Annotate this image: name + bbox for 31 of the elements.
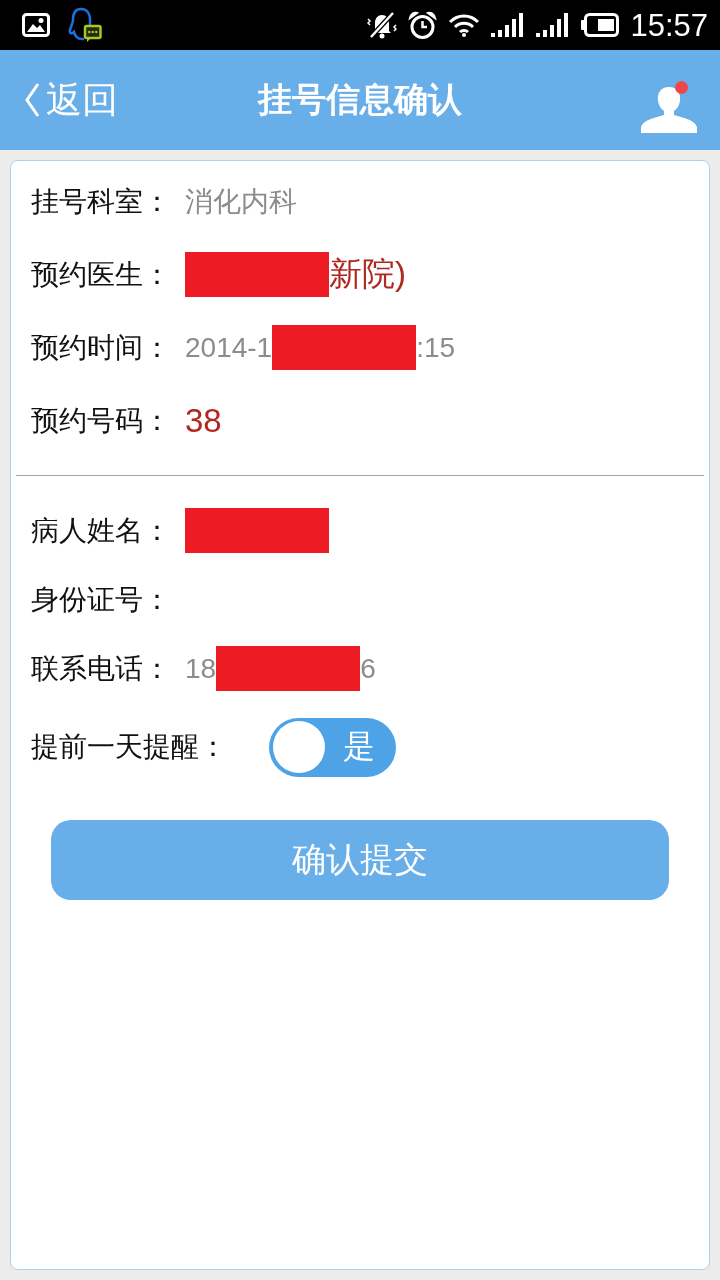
messenger-icon [68, 7, 102, 43]
battery-icon [581, 13, 620, 37]
field-label: 预约号码： [31, 402, 171, 439]
bell-slash-icon [367, 11, 398, 39]
alarm-clock-icon [408, 10, 438, 40]
field-label: 预约医生： [31, 256, 171, 293]
gallery-icon [22, 13, 50, 37]
page-title: 挂号信息确认 [258, 78, 462, 121]
person-icon [640, 85, 698, 133]
signal-bars-icon [491, 13, 526, 37]
field-label: 提前一天提醒： [31, 729, 227, 765]
field-value: 新院) [329, 254, 406, 294]
field-label: 联系电话： [31, 650, 171, 687]
signal-bars-icon [536, 13, 571, 37]
toggle-knob [273, 721, 325, 773]
field-value: 2014-1 [185, 331, 273, 364]
chevron-left-icon [24, 82, 40, 118]
field-label: 病人姓名： [31, 512, 171, 549]
field-value: 38 [185, 401, 222, 440]
field-label: 挂号科室： [31, 183, 171, 220]
toggle-switch[interactable]: 是 [269, 717, 396, 777]
field-value: 消化内科 [185, 184, 297, 219]
field-value: :15 [416, 331, 456, 364]
field-value: 18 [185, 652, 217, 685]
field-label: 预约时间： [31, 329, 171, 366]
field-value: 6 [360, 652, 376, 685]
wifi-icon [448, 13, 481, 37]
clock-time: 15:57 [630, 9, 708, 41]
back-button[interactable]: 返回 [24, 75, 118, 125]
submit-button[interactable]: 确认提交 [51, 820, 669, 900]
field-label: 身份证号： [31, 581, 171, 618]
